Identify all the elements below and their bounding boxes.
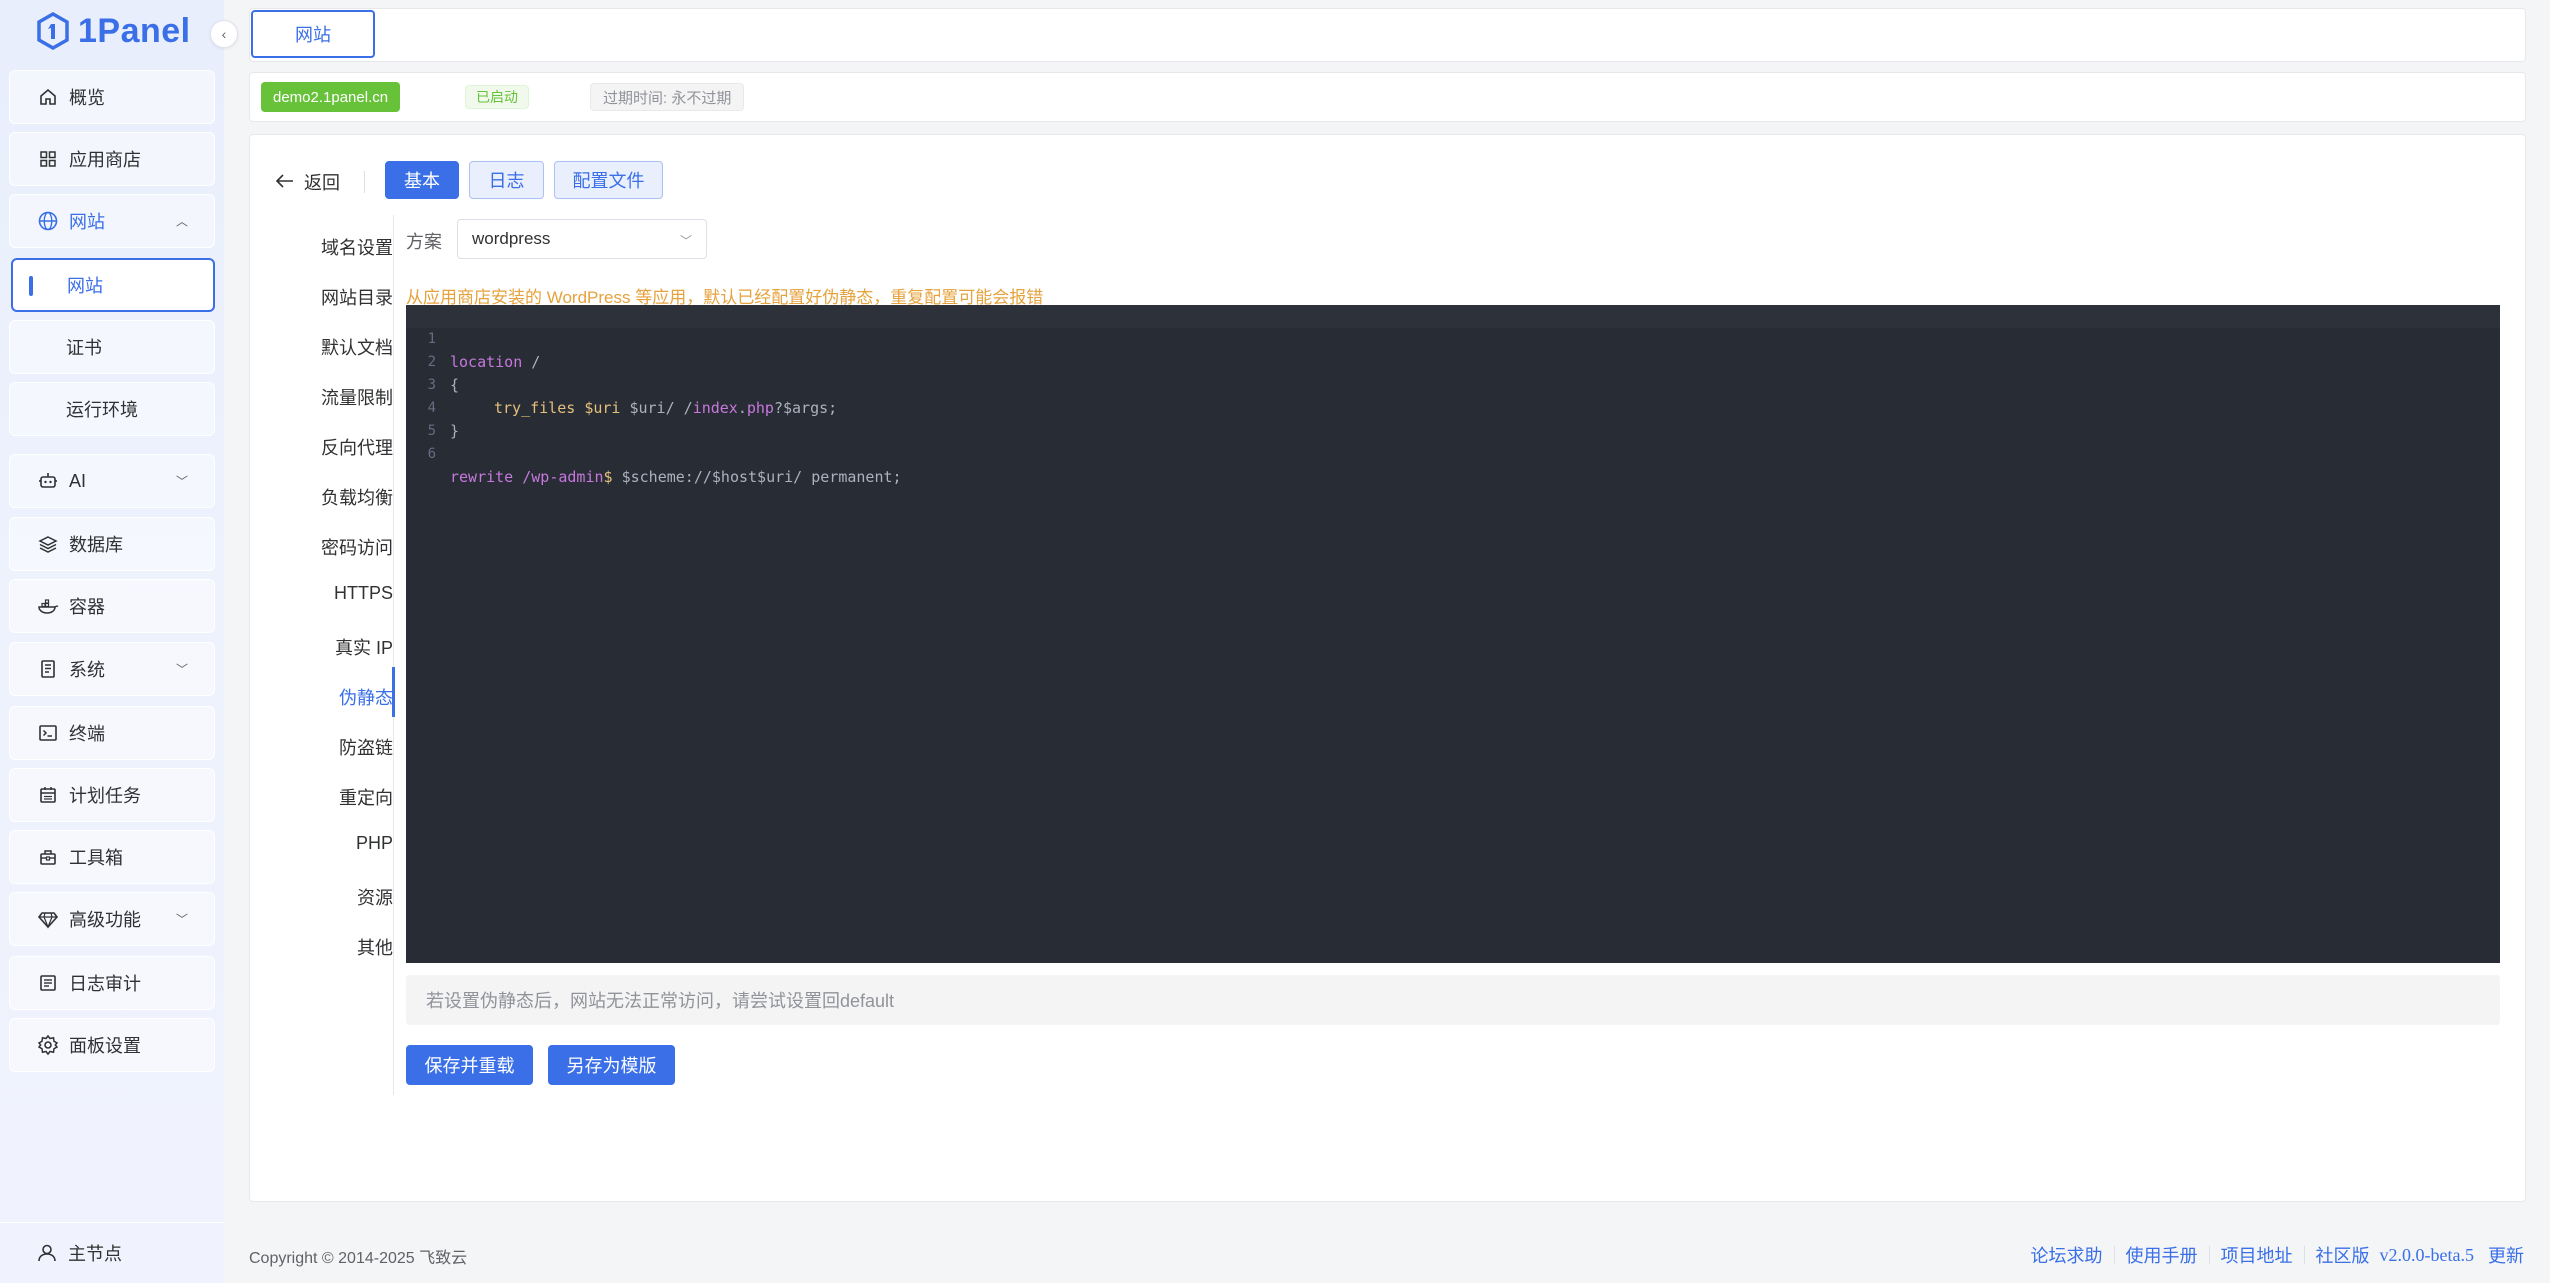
divider <box>364 171 365 193</box>
divider <box>2113 1246 2115 1264</box>
subnav-directory[interactable]: 网站目录 <box>250 284 393 310</box>
sidebar-item-settings[interactable]: 面板设置 <box>9 1018 215 1072</box>
chevron-down-icon: ﹀ <box>175 474 188 489</box>
back-button[interactable]: 返回 <box>275 167 340 197</box>
sidebar-subitem-website[interactable]: 网站 <box>11 258 215 312</box>
sidebar-item-app-store[interactable]: 应用商店 <box>9 132 215 186</box>
link-community[interactable]: 社区版 <box>2316 1242 2370 1268</box>
gear-icon <box>37 1034 59 1056</box>
sidebar-item-website[interactable]: 网站 ︿ <box>9 194 215 248</box>
code-line: 1 location / <box>406 305 2500 371</box>
sidebar: 1Panel ‹ 概览 应用商店 网站 ︿ 网站 证书 运行环境 AI ﹀ 数据… <box>0 0 238 1283</box>
collapse-sidebar-button[interactable]: ‹ <box>210 20 238 48</box>
robot-icon <box>37 470 59 492</box>
main-panel: 返回 基本 日志 配置文件 域名设置 网站目录 默认文档 流量限制 反向代理 负… <box>249 134 2526 1202</box>
chevron-down-icon: ﹀ <box>175 912 188 927</box>
sidebar-item-ai[interactable]: AI ﹀ <box>9 454 215 508</box>
tab-log[interactable]: 日志 <box>469 161 544 199</box>
subnav-redirect[interactable]: 重定向 <box>250 784 393 810</box>
chevron-up-icon: ︿ <box>175 214 188 229</box>
subnav-traffic-limit[interactable]: 流量限制 <box>250 384 393 410</box>
sidebar-item-terminal[interactable]: 终端 <box>9 706 215 760</box>
subnav-domain[interactable]: 域名设置 <box>250 234 393 260</box>
page-tabs-bar: 网站 <box>249 8 2526 62</box>
scheme-select[interactable]: wordpress ﹀ <box>457 219 707 259</box>
layers-icon <box>37 533 59 555</box>
tab-config-file[interactable]: 配置文件 <box>554 161 663 199</box>
subnav-reverse-proxy[interactable]: 反向代理 <box>250 434 393 460</box>
link-forum[interactable]: 论坛求助 <box>2031 1242 2103 1268</box>
chevron-left-icon: ‹ <box>221 26 227 42</box>
divider <box>2208 1246 2210 1264</box>
subnav-rewrite[interactable]: 伪静态 <box>250 684 393 710</box>
node-switcher[interactable]: 主节点 <box>0 1222 224 1283</box>
divider <box>2303 1246 2305 1264</box>
code-editor[interactable]: 1 location / 2 { 3 try_files $uri $uri/ … <box>406 305 2500 963</box>
server-icon <box>37 658 59 680</box>
code-line: 6 rewrite /wp-admin$ $scheme://$host$uri… <box>427 446 902 486</box>
copyright: Copyright © 2014-2025 飞致云 <box>249 1250 468 1267</box>
code-line: 3 try_files $uri $uri/ /index.php?$args; <box>427 377 838 417</box>
grid-icon <box>37 148 59 170</box>
toolbox-icon <box>37 846 59 868</box>
subnav-resource[interactable]: 资源 <box>250 884 393 910</box>
sidebar-item-cron[interactable]: 计划任务 <box>9 768 215 822</box>
expire-badge: 过期时间: 永不过期 <box>590 83 745 111</box>
code-line: 5 <box>427 423 436 439</box>
subnav-hotlink[interactable]: 防盗链 <box>250 734 393 760</box>
log-icon <box>37 972 59 994</box>
link-project[interactable]: 项目地址 <box>2221 1242 2293 1268</box>
sidebar-item-system[interactable]: 系统 ﹀ <box>9 642 215 696</box>
globe-icon <box>37 210 59 232</box>
sidebar-subitem-runtime[interactable]: 运行环境 <box>9 382 215 436</box>
user-icon <box>36 1242 58 1264</box>
subnav-php[interactable]: PHP <box>250 833 393 854</box>
chevron-down-icon: ﹀ <box>679 234 692 248</box>
terminal-icon <box>37 722 59 744</box>
sidebar-item-database[interactable]: 数据库 <box>9 517 215 571</box>
tab-basic[interactable]: 基本 <box>385 161 459 199</box>
docker-icon <box>37 595 59 617</box>
subnav-password-access[interactable]: 密码访问 <box>250 534 393 560</box>
version-text: v2.0.0-beta.5 <box>2379 1244 2474 1265</box>
update-link[interactable]: 更新 <box>2488 1242 2524 1268</box>
logo-icon <box>37 12 69 50</box>
home-icon <box>37 86 59 108</box>
sidebar-item-overview[interactable]: 概览 <box>9 70 215 124</box>
domain-tag[interactable]: demo2.1panel.cn <box>261 82 401 112</box>
save-as-template-button[interactable]: 另存为模版 <box>548 1045 675 1085</box>
link-manual[interactable]: 使用手册 <box>2126 1242 2198 1268</box>
code-line: 4 } <box>427 400 460 440</box>
site-info-bar: demo2.1panel.cn 已启动 过期时间: 永不过期 <box>249 72 2526 122</box>
code-line: 2 { <box>427 354 460 394</box>
app-logo[interactable]: 1Panel <box>36 10 191 52</box>
subnav-https[interactable]: HTTPS <box>250 583 393 604</box>
subnav-default-doc[interactable]: 默认文档 <box>250 334 393 360</box>
sidebar-subitem-certificate[interactable]: 证书 <box>9 320 215 374</box>
calendar-icon <box>37 784 59 806</box>
chevron-down-icon: ﹀ <box>175 662 188 677</box>
subnav-load-balance[interactable]: 负载均衡 <box>250 484 393 510</box>
app-name: 1Panel <box>78 11 191 50</box>
status-badge: 已启动 <box>465 85 529 109</box>
scheme-label: 方案 <box>406 232 442 252</box>
save-reload-button[interactable]: 保存并重载 <box>406 1045 533 1085</box>
subnav-real-ip[interactable]: 真实 IP <box>250 634 393 660</box>
subnav-other[interactable]: 其他 <box>250 934 393 960</box>
sidebar-item-toolbox[interactable]: 工具箱 <box>9 830 215 884</box>
sidebar-item-log-audit[interactable]: 日志审计 <box>9 956 215 1010</box>
sidebar-item-advanced[interactable]: 高级功能 ﹀ <box>9 892 215 946</box>
diamond-icon <box>37 908 59 930</box>
subnav-divider <box>393 215 394 1095</box>
tab-website[interactable]: 网站 <box>251 10 375 58</box>
hint-box: 若设置伪静态后，网站无法正常访问，请尝试设置回default <box>406 975 2500 1025</box>
arrow-left-icon <box>275 172 294 193</box>
sidebar-item-container[interactable]: 容器 <box>9 579 215 633</box>
footer-links: 论坛求助 使用手册 项目地址 社区版 v2.0.0-beta.5 更新 <box>2031 1242 2524 1268</box>
